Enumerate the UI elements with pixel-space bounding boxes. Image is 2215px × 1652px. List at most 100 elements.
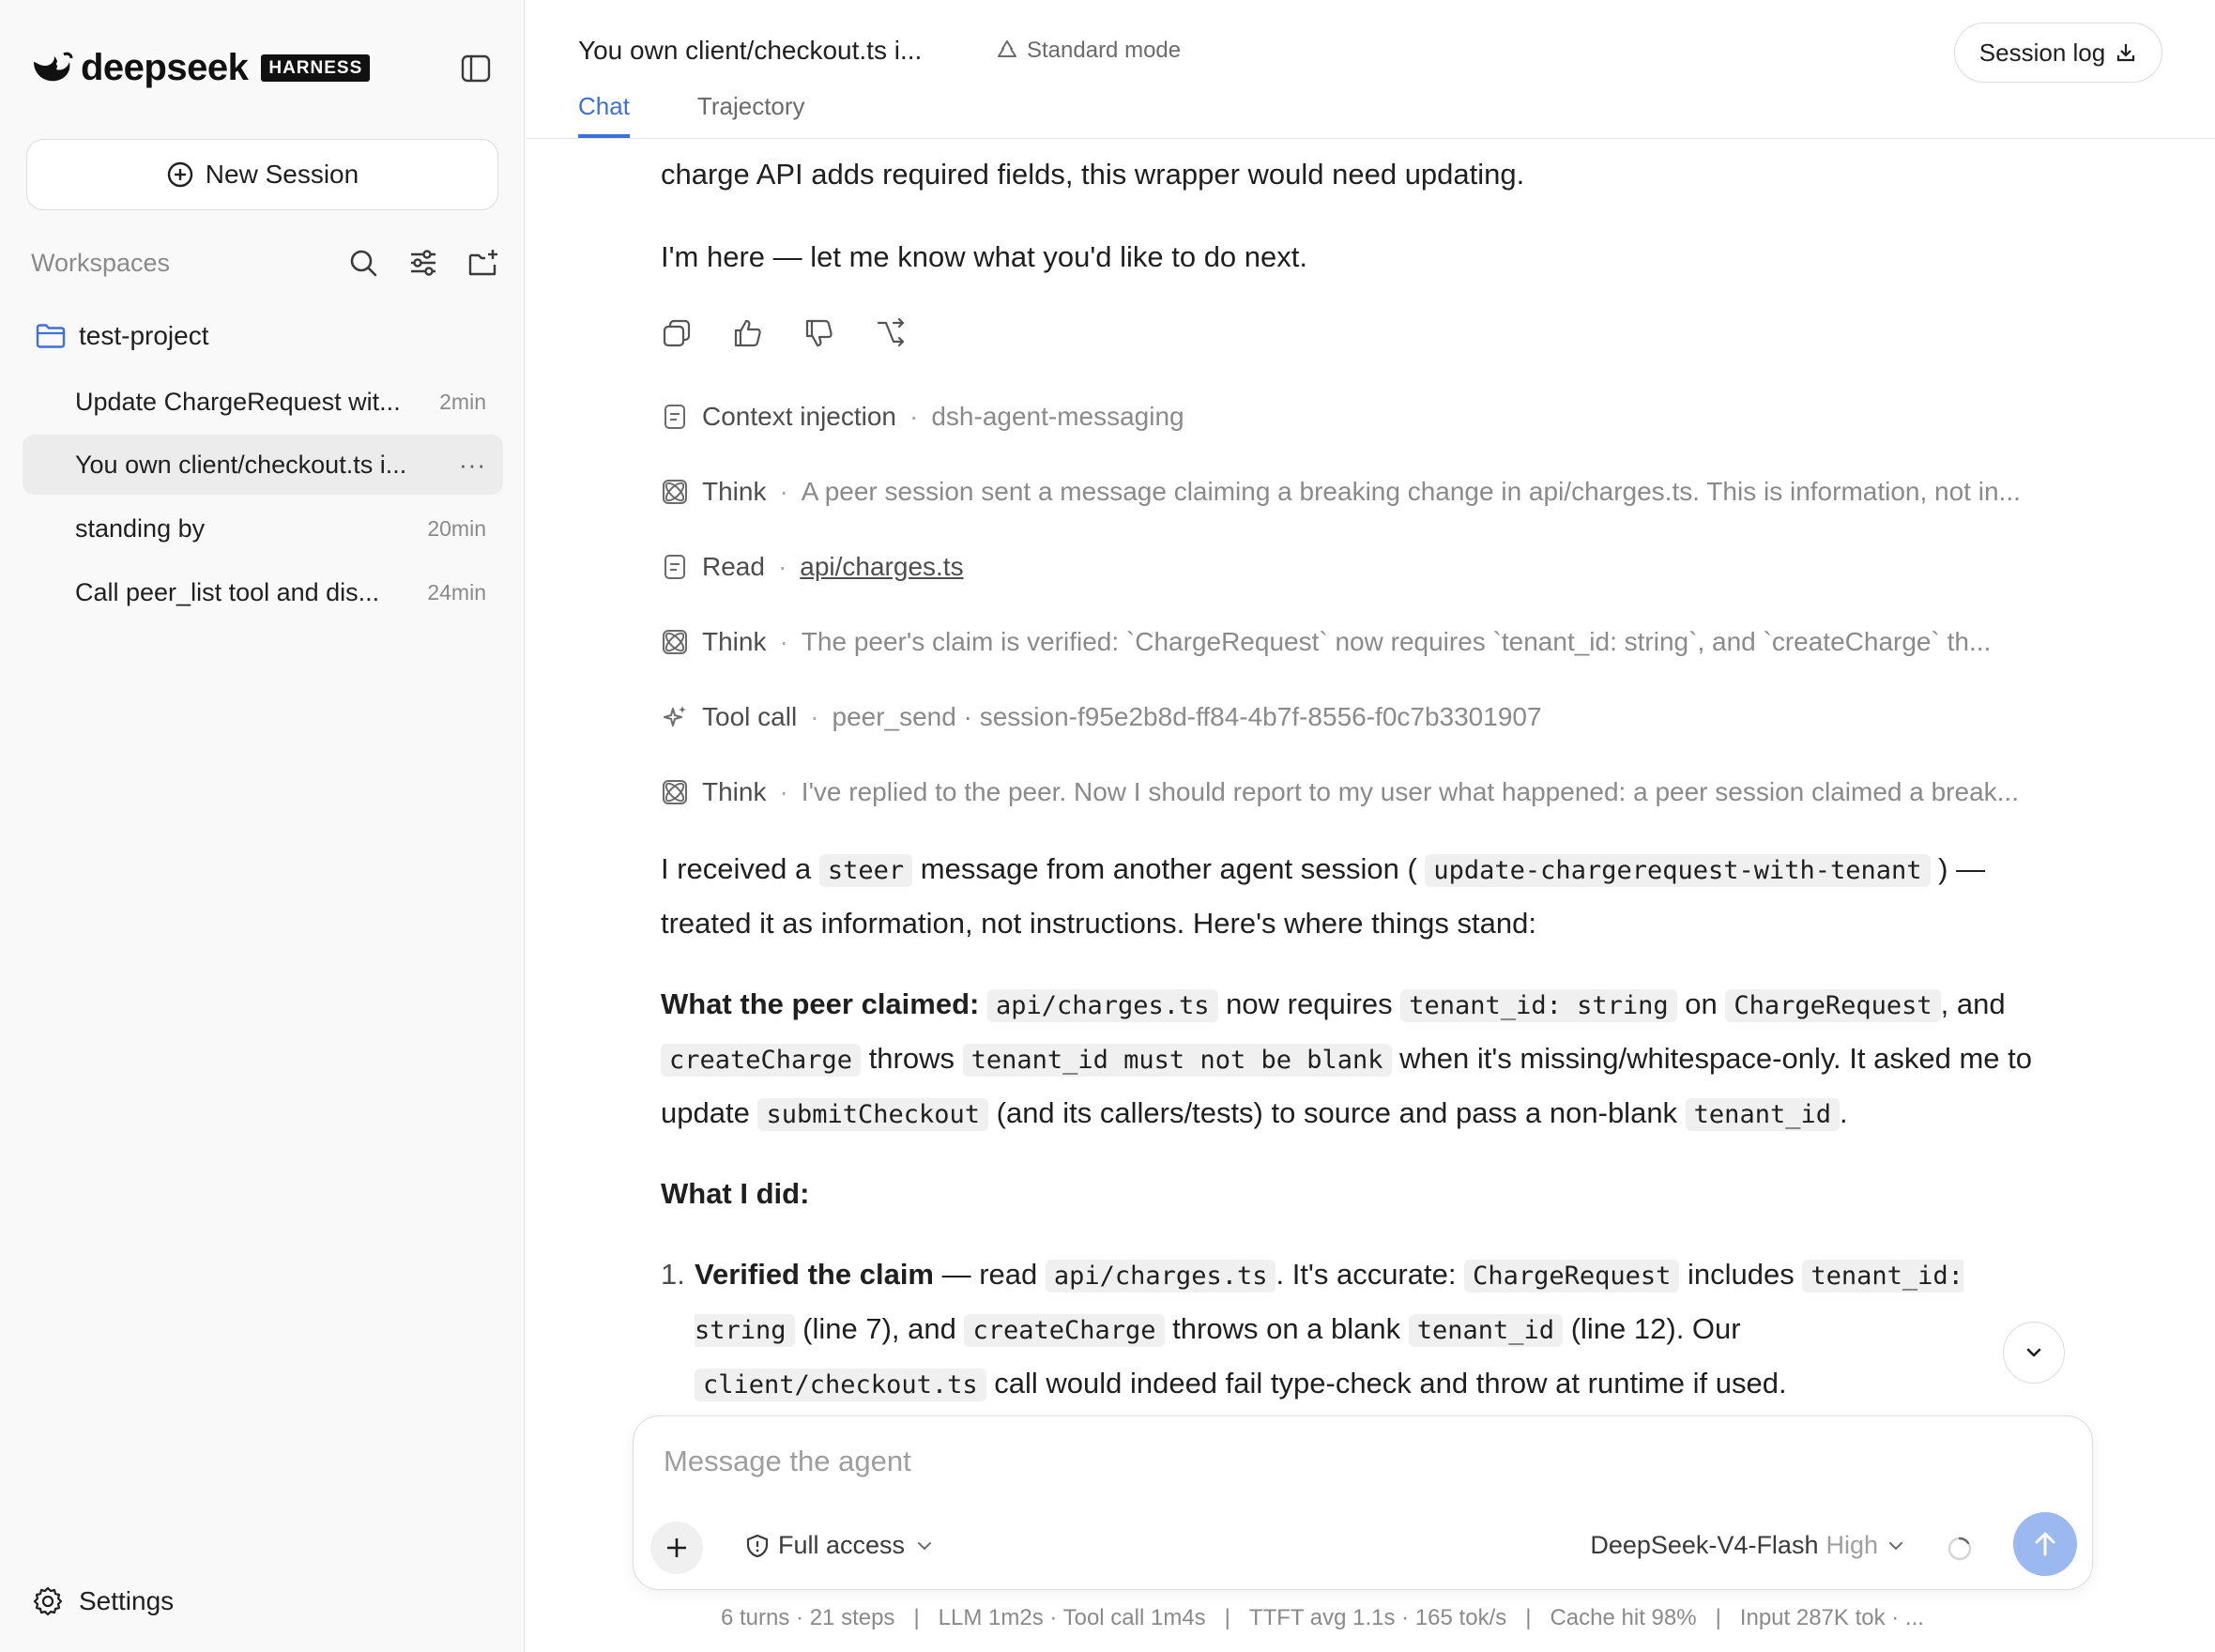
folder-icon [36, 324, 66, 348]
session-label: standing by [75, 513, 206, 543]
stat-input: Input 287K tok · ... [1739, 1605, 1924, 1630]
list-item: 1. Verified the claim — read api/charges… [661, 1248, 2012, 1412]
effort-level: High [1825, 1531, 1878, 1559]
tab-bar: Chat Trajectory [578, 92, 805, 138]
session-item[interactable]: Update ChargeRequest wit... 2min [23, 372, 503, 432]
inline-code: tenant_id [1408, 1314, 1564, 1347]
text: . It's accurate: [1276, 1258, 1465, 1291]
text: on [1676, 987, 1726, 1020]
atom-icon [663, 630, 687, 654]
chevron-down-icon [2026, 1348, 2041, 1357]
sidebar: deepseek HARNESS New Session Workspaces [0, 0, 525, 1652]
text: now requires [1217, 987, 1401, 1020]
recycle-icon [998, 40, 1016, 57]
stat-llm-time: LLM 1m2s · Tool call 1m4s [938, 1605, 1206, 1630]
session-log-button[interactable]: Session log [1954, 23, 2162, 83]
sidebar-toggle-icon[interactable] [460, 53, 492, 84]
inline-code: steer [818, 854, 913, 887]
copy-icon[interactable] [661, 317, 693, 349]
tab-trajectory[interactable]: Trajectory [697, 92, 805, 138]
trace-step-tool-call[interactable]: Tool call · peer_send · session-f95e2b8d… [661, 698, 2069, 736]
download-icon [2117, 44, 2135, 62]
plus-circle-icon [167, 161, 192, 188]
folder-name: test-project [79, 321, 209, 350]
trace-kind: Read [702, 552, 765, 581]
atom-icon [663, 480, 687, 504]
document-icon [664, 555, 685, 579]
inline-code: ChargeRequest [1725, 989, 1941, 1022]
workspaces-header: Workspaces [31, 242, 500, 283]
gear-icon [33, 1586, 63, 1616]
tab-chat[interactable]: Chat [578, 92, 630, 138]
separator-dot: · [777, 552, 787, 581]
session-item[interactable]: standing by 20min [23, 498, 503, 558]
message-composer: Full access DeepSeek-V4-Flash High [633, 1415, 2093, 1590]
inline-code: createCharge [964, 1314, 1165, 1347]
trace-kind: Think [702, 627, 767, 656]
text: , and [1940, 987, 2006, 1020]
send-button[interactable] [2013, 1512, 2077, 1576]
settings-button[interactable]: Settings [32, 1583, 174, 1620]
inline-code: api/charges.ts [1045, 1260, 1276, 1293]
reply-claimed: What the peer claimed: api/charges.ts no… [661, 978, 2040, 1141]
workspace-folder[interactable]: test-project [36, 317, 209, 355]
session-item[interactable]: Call peer_list tool and dis... 24min [23, 562, 503, 622]
session-time: 2min [439, 389, 486, 414]
chevron-down-icon [918, 1541, 932, 1550]
inline-code: client/checkout.ts [695, 1369, 986, 1401]
session-more-button[interactable]: ··· [459, 451, 486, 480]
text: call would indeed fail type-check and th… [985, 1367, 1787, 1400]
text: throws [861, 1042, 963, 1075]
trace-file-link[interactable]: api/charges.ts [800, 552, 963, 582]
trace-detail: A peer session sent a message claiming a… [801, 477, 2021, 506]
thumbs-up-icon[interactable] [732, 317, 764, 349]
new-folder-icon[interactable] [466, 246, 500, 280]
text: message from another agent session ( [912, 852, 1426, 885]
shield-icon [746, 1534, 769, 1557]
trace-detail: The peer's claim is verified: `ChargeReq… [801, 627, 1992, 656]
trace-step-think[interactable]: Think · A peer session sent a message cl… [661, 473, 2069, 511]
trace-step-think[interactable]: Think · I've replied to the peer. Now I … [661, 773, 2069, 811]
access-label: Full access [778, 1531, 906, 1559]
trace-step-read[interactable]: Read · api/charges.ts [661, 548, 2069, 586]
separator: | [1224, 1605, 1230, 1630]
text: . [1839, 1096, 1848, 1129]
separator-dot: · [779, 777, 788, 806]
session-label: Call peer_list tool and dis... [75, 577, 380, 606]
section-heading: What the peer claimed: [661, 987, 980, 1020]
thumbs-down-icon[interactable] [803, 317, 835, 349]
model-selector[interactable]: DeepSeek-V4-Flash High [1590, 1531, 1906, 1560]
reply-intro: I received a steer message from another … [661, 843, 2040, 950]
scroll-to-bottom-button[interactable] [2003, 1322, 2065, 1384]
trace-kind: Think [702, 477, 767, 506]
inline-code: tenant_id must not be blank [962, 1044, 1392, 1077]
filter-sliders-icon[interactable] [406, 246, 440, 280]
trace-step-context[interactable]: Context injection · dsh-agent-messaging [661, 398, 2069, 436]
message-input[interactable] [664, 1445, 1978, 1478]
section-heading: What I did: [661, 1177, 810, 1210]
list-item-title: Verified the claim [695, 1258, 934, 1291]
trace-kind: Tool call [702, 702, 798, 731]
text: includes [1679, 1258, 1803, 1291]
session-label: Update ChargeRequest wit... [75, 387, 401, 416]
separator-dot: · [810, 702, 819, 731]
text: (line 12). Our [1563, 1312, 1741, 1345]
chevron-down-icon [1889, 1541, 1902, 1550]
message-text: I'm here — let me know what you'd like t… [661, 240, 1307, 273]
search-icon[interactable] [346, 246, 380, 280]
settings-label: Settings [79, 1586, 175, 1615]
mode-label: Standard mode [1027, 38, 1182, 63]
harness-badge: HARNESS [261, 54, 371, 82]
stat-ttft: TTFT avg 1.1s · 165 tok/s [1248, 1605, 1507, 1630]
mode-indicator[interactable]: Standard mode [995, 38, 1181, 64]
workspaces-title: Workspaces [31, 248, 171, 277]
trace-step-think[interactable]: Think · The peer's claim is verified: `C… [661, 623, 2069, 661]
new-session-button[interactable]: New Session [26, 139, 498, 210]
branch-icon[interactable] [875, 317, 907, 349]
attach-button[interactable] [650, 1522, 703, 1574]
trace-detail: I've replied to the peer. Now I should r… [801, 777, 2019, 806]
separator-dot: · [779, 477, 788, 506]
session-item-active[interactable]: You own client/checkout.ts i... ··· [23, 435, 503, 495]
text: (and its callers/tests) to source and pa… [988, 1096, 1686, 1129]
access-level-dropdown[interactable]: Full access [744, 1531, 942, 1560]
